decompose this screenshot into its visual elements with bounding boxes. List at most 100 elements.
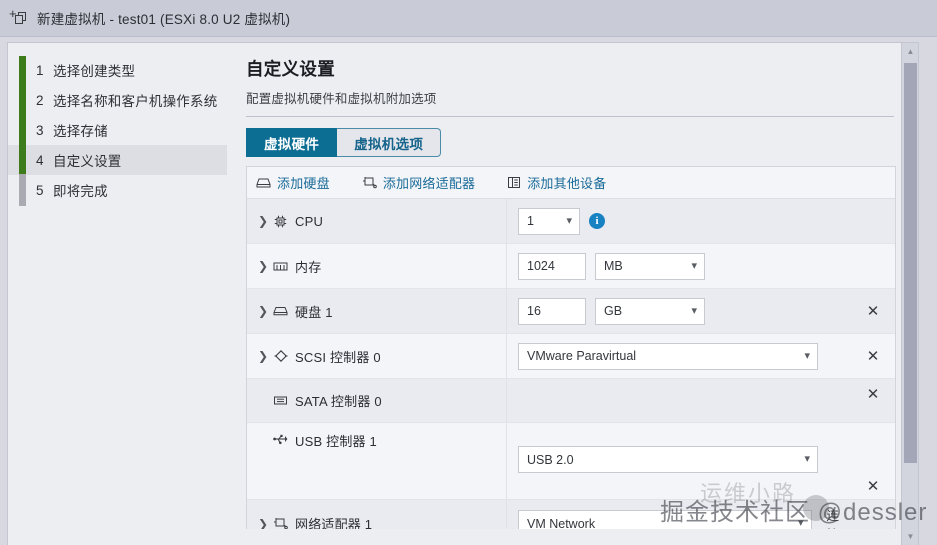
- step-label: 自定义设置: [53, 154, 122, 169]
- expand-chevron-icon[interactable]: ❯: [258, 260, 271, 272]
- step-number: 2: [36, 92, 44, 108]
- add-other-device-button[interactable]: 添加其他设备: [507, 173, 606, 192]
- memory-unit-select[interactable]: MB ▾: [595, 252, 705, 280]
- hard-disk-icon: [271, 303, 290, 319]
- network-adapter-network-value: VM Network: [527, 516, 596, 530]
- network-adapter-label: 网络适配器 1: [295, 517, 373, 529]
- wizard-step-1[interactable]: 1 选择创建类型: [8, 55, 227, 85]
- device-control-cell: 1 ▾ i: [507, 199, 851, 243]
- main-pane: 自定义设置 配置虚拟机硬件和虚拟机附加选项 虚拟硬件 虚拟机选项 添加硬盘 添加…: [227, 43, 918, 545]
- wizard-step-2[interactable]: 2 选择名称和客户机操作系统: [8, 85, 227, 115]
- expand-chevron-icon[interactable]: ❯: [258, 518, 271, 530]
- add-hard-disk-button[interactable]: 添加硬盘: [256, 173, 330, 192]
- wizard-step-3[interactable]: 3 选择存储: [8, 115, 227, 145]
- add-network-adapter-button[interactable]: 添加网络适配器: [362, 173, 475, 192]
- network-adapter-icon: [271, 516, 290, 529]
- cpu-info-icon[interactable]: i: [589, 213, 605, 229]
- memory-size-input[interactable]: 1024: [518, 252, 586, 280]
- remove-usb-controller-button[interactable]: ✕: [851, 477, 895, 495]
- step-label: 即将完成: [53, 184, 108, 199]
- memory-label: 内存: [295, 259, 322, 275]
- expand-chevron-icon[interactable]: ❯: [258, 305, 271, 317]
- step-number: 4: [36, 152, 44, 168]
- tab-virtual-hardware[interactable]: 虚拟硬件: [246, 128, 338, 157]
- scsi-controller-icon: [271, 348, 290, 364]
- device-control-cell: [507, 379, 851, 422]
- network-adapter-network-select[interactable]: VM Network ▾: [518, 510, 812, 529]
- device-control-cell: 16 GB ▾: [507, 289, 851, 333]
- wizard-step-4[interactable]: 4 自定义设置: [8, 145, 227, 175]
- cpu-count-value: 1: [527, 214, 534, 228]
- device-control-cell: 1024 MB ▾: [507, 244, 851, 288]
- network-adapter-icon: [362, 176, 377, 189]
- cpu-icon: [271, 213, 290, 229]
- hard-disk-unit-select[interactable]: GB ▾: [595, 297, 705, 325]
- device-label-cell: ❯ 网络适配器 1: [247, 500, 507, 529]
- remove-scsi-controller-button[interactable]: ✕: [851, 347, 895, 365]
- expand-chevron-icon[interactable]: ❯: [258, 350, 271, 362]
- dialog-content: 1 选择创建类型 2 选择名称和客户机操作系统 3 选择存储 4 自定义设置 5: [7, 42, 919, 545]
- expand-chevron-icon[interactable]: ❯: [258, 215, 271, 227]
- wizard-progress-rail: [19, 56, 26, 206]
- chevron-down-icon: ▾: [798, 517, 804, 529]
- window-titlebar: + 新建虚拟机 - test01 (ESXi 8.0 U2 虚拟机): [0, 0, 937, 37]
- chevron-down-icon: ▾: [691, 304, 697, 317]
- scsi-controller-type-select[interactable]: VMware Paravirtual ▾: [518, 342, 818, 370]
- device-row-cpu: ❯ CPU 1 ▾ i: [247, 199, 895, 244]
- scrollbar-thumb[interactable]: [904, 63, 917, 463]
- device-label-cell: SATA 控制器 0: [247, 379, 507, 422]
- step-number: 3: [36, 122, 44, 138]
- device-row-sata-controller-0: SATA 控制器 0 ✕: [247, 379, 895, 423]
- hard-disk-label: 硬盘 1: [295, 304, 333, 320]
- device-label-cell: ❯ CPU: [247, 199, 507, 243]
- device-label-cell: ❯ 硬盘 1: [247, 289, 507, 333]
- cpu-label: CPU: [295, 213, 324, 229]
- dialog-scrollbar[interactable]: ▲ ▼: [901, 43, 918, 545]
- device-control-cell: USB 2.0 ▾: [507, 423, 851, 499]
- scroll-up-arrow-icon[interactable]: ▲: [902, 43, 918, 60]
- tab-bar: 虚拟硬件 虚拟机选项: [246, 128, 918, 157]
- usb-controller-label: USB 控制器 1: [295, 434, 377, 449]
- remove-hard-disk-button[interactable]: ✕: [851, 302, 895, 320]
- hard-disk-unit-value: GB: [604, 304, 623, 318]
- hardware-panel: 添加硬盘 添加网络适配器 添加其他设备 ❯ CPU 1 ▾ i ❯ 内存 102…: [246, 166, 896, 529]
- wizard-step-5[interactable]: 5 即将完成: [8, 175, 227, 205]
- device-row-hard-disk-1: ❯ 硬盘 1 16 GB ▾ ✕: [247, 289, 895, 334]
- new-vm-icon: +: [9, 7, 31, 27]
- header-divider: [246, 116, 894, 117]
- scroll-down-arrow-icon[interactable]: ▼: [902, 528, 918, 545]
- hard-disk-icon: [256, 177, 271, 189]
- wizard-steps: 1 选择创建类型 2 选择名称和客户机操作系统 3 选择存储 4 自定义设置 5: [8, 43, 227, 545]
- chevron-down-icon: ▾: [691, 259, 697, 272]
- chevron-down-icon: ▾: [804, 453, 810, 465]
- device-row-network-adapter-1: ❯ 网络适配器 1 VM Network ▾ 连: [247, 500, 895, 529]
- device-row-scsi-controller-0: ❯ SCSI 控制器 0 VMware Paravirtual ▾ ✕: [247, 334, 895, 379]
- page-title: 自定义设置: [246, 59, 335, 79]
- window-title: 新建虚拟机 - test01 (ESXi 8.0 U2 虚拟机): [37, 12, 291, 27]
- device-row-memory: ❯ 内存 1024 MB ▾: [247, 244, 895, 289]
- tab-vm-options[interactable]: 虚拟机选项: [337, 128, 442, 157]
- device-control-cell: VM Network ▾ 连接: [507, 500, 851, 529]
- hardware-toolbar: 添加硬盘 添加网络适配器 添加其他设备: [247, 167, 895, 199]
- wizard-progress-fill: [19, 56, 26, 174]
- hardware-device-list: ❯ CPU 1 ▾ i ❯ 内存 1024 MB ▾ ❯ 硬盘 1 16 GB …: [247, 199, 895, 529]
- esxi-new-vm-dialog: + 新建虚拟机 - test01 (ESXi 8.0 U2 虚拟机) 1 选择创…: [0, 0, 937, 545]
- cpu-count-select[interactable]: 1 ▾: [518, 207, 580, 235]
- add-network-adapter-label: 添加网络适配器: [382, 176, 476, 191]
- device-label-cell: USB 控制器 1: [247, 423, 507, 499]
- device-label-cell: ❯ SCSI 控制器 0: [247, 334, 507, 378]
- usb-controller-type-select[interactable]: USB 2.0 ▾: [518, 446, 818, 473]
- remove-sata-controller-button[interactable]: ✕: [851, 385, 895, 403]
- device-control-cell: VMware Paravirtual ▾: [507, 334, 851, 378]
- device-label-cell: ❯ 内存: [247, 244, 507, 288]
- usb-controller-type-value: USB 2.0: [527, 452, 574, 467]
- add-hard-disk-label: 添加硬盘: [277, 176, 330, 191]
- scsi-controller-label: SCSI 控制器 0: [295, 349, 381, 365]
- hard-disk-size-input[interactable]: 16: [518, 297, 586, 325]
- network-adapter-connect-label: 连接: [826, 508, 840, 530]
- device-row-usb-controller-1: USB 控制器 1 USB 2.0 ▾ ✕: [247, 423, 895, 500]
- step-label: 选择存储: [53, 124, 108, 139]
- add-other-device-label: 添加其他设备: [527, 176, 607, 191]
- scsi-controller-type-value: VMware Paravirtual: [527, 349, 637, 363]
- chevron-down-icon: ▾: [804, 349, 810, 362]
